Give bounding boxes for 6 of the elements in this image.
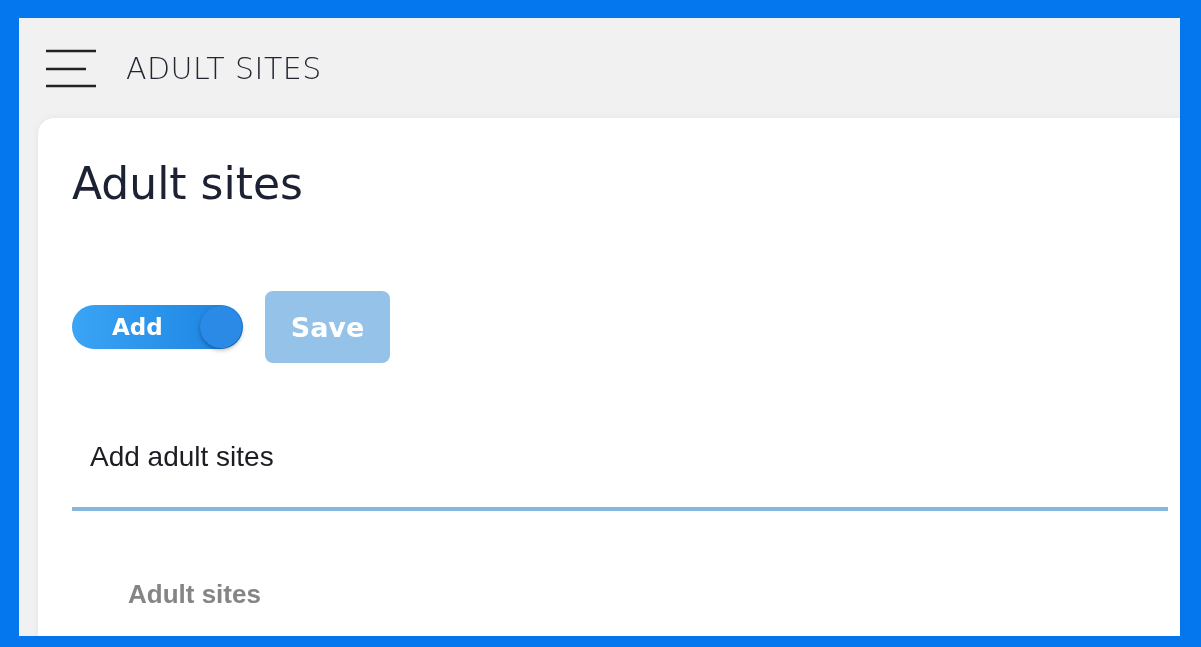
list-heading: Adult sites: [128, 579, 262, 610]
menu-icon[interactable]: [44, 48, 96, 88]
header-title: ADULT SITES: [126, 50, 322, 86]
input-field[interactable]: Add adult sites: [72, 425, 1168, 511]
add-toggle[interactable]: Add: [72, 305, 243, 349]
page-heading: Adult sites: [72, 158, 304, 209]
